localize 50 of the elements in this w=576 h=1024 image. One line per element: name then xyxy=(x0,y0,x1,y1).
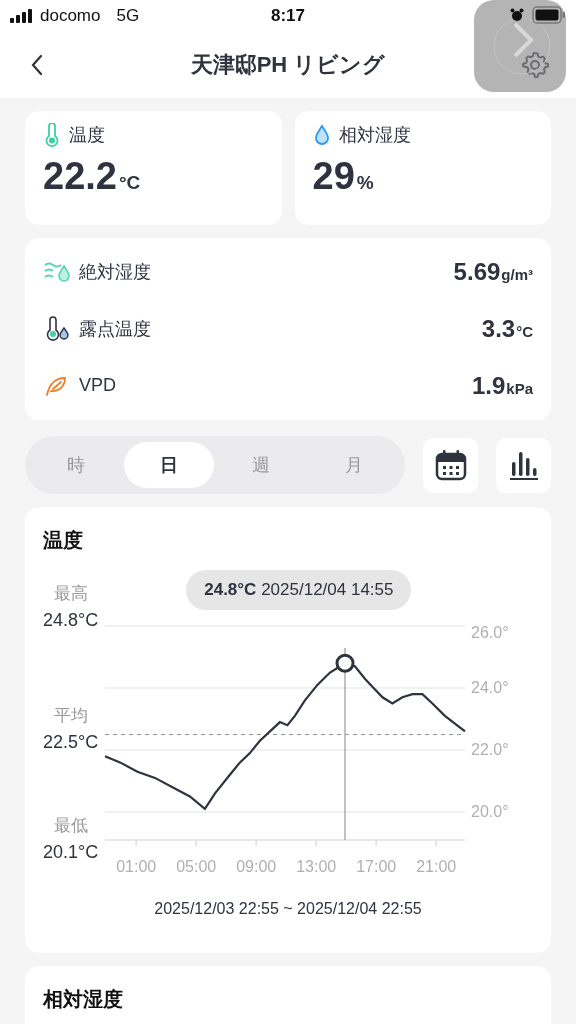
sensor-value: 29% xyxy=(312,155,375,198)
point-marker xyxy=(335,653,355,673)
y-tick-label: 24.0° xyxy=(471,679,509,696)
summary-value: 24.8°C xyxy=(43,609,99,632)
sensor-label: 温度 xyxy=(69,124,105,147)
x-tick-label: 17:00 xyxy=(356,857,397,875)
battery-icon xyxy=(532,6,566,24)
page-title: 天津邸PH リビング xyxy=(189,51,387,79)
period-tab[interactable]: 週 xyxy=(216,442,307,488)
date-range: 2025/12/03 22:55 ~ 2025/12/04 22:55 xyxy=(153,900,423,918)
summary-label: 最低 xyxy=(53,815,88,837)
water-drop-icon xyxy=(312,123,331,147)
y-tick-label: 22.0° xyxy=(471,741,509,758)
alarm-icon xyxy=(510,8,524,22)
floating-button[interactable] xyxy=(474,0,566,92)
summary-label: 平均 xyxy=(53,705,88,727)
y-tick-label: 20.0° xyxy=(471,803,509,820)
metric-value: 3.3°C xyxy=(481,315,533,343)
y-tick-label: 26.0° xyxy=(471,624,509,641)
metric-label: VPD xyxy=(79,375,116,397)
period-tab[interactable]: 日 xyxy=(123,442,214,488)
sensor-label: 相対湿度 xyxy=(338,124,411,147)
x-tick-label: 09:00 xyxy=(236,857,277,875)
x-tick-label: 01:00 xyxy=(116,857,157,875)
carrier-name: docomo xyxy=(40,6,101,26)
x-tick-label: 21:00 xyxy=(416,857,457,875)
calendar-button[interactable] xyxy=(423,437,478,493)
bar-chart-button[interactable] xyxy=(496,437,551,493)
x-tick-label: 05:00 xyxy=(176,857,217,875)
metric-label: 絶対湿度 xyxy=(79,261,151,285)
chart-title: 温度 xyxy=(43,528,84,553)
summary-value: 20.1°C xyxy=(43,841,99,864)
metric-value: 1.9kPa xyxy=(471,371,533,400)
clock-time: 8:17 xyxy=(270,6,306,26)
back-icon xyxy=(30,53,44,77)
signal-icon xyxy=(10,9,34,23)
x-tick-label: 13:00 xyxy=(296,857,337,875)
metric-value: 5.69g/m³ xyxy=(453,258,533,287)
summary-value: 22.5°C xyxy=(43,731,99,754)
thermometer-icon xyxy=(43,123,61,147)
summary-label: 最高 xyxy=(53,583,88,605)
network-type: 5G xyxy=(116,6,140,26)
chart-title: 相対湿度 xyxy=(43,987,124,1012)
tooltip: 24.8°C 2025/12/04 14:55 xyxy=(186,570,412,610)
sensor-value: 22.2°C xyxy=(43,155,142,198)
calendar-icon xyxy=(433,448,468,482)
period-tab[interactable]: 月 xyxy=(308,442,399,488)
metric-label: 露点温度 xyxy=(79,318,151,341)
period-tab[interactable]: 時 xyxy=(31,442,121,488)
settings-icon xyxy=(520,50,550,80)
